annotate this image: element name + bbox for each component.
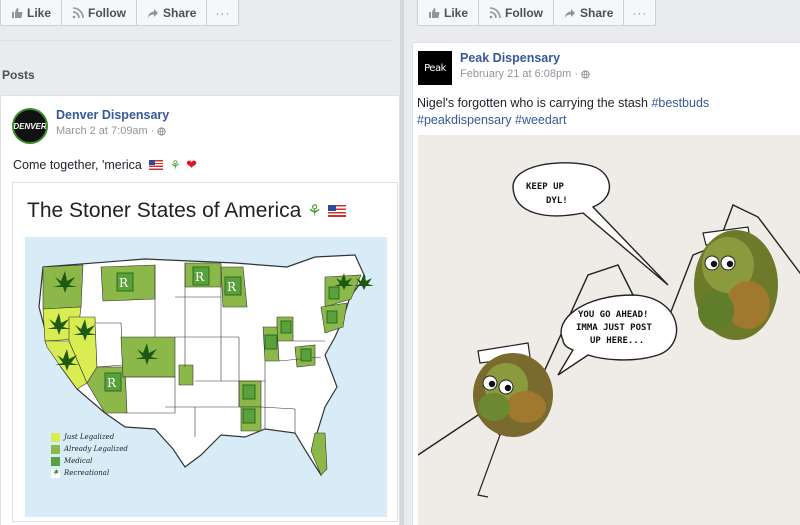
legend-item: ✶ Recreational [51,467,128,479]
section-separator [0,40,392,41]
hashtag-link[interactable]: #weedart [515,113,566,127]
timestamp-text: March 2 at 7:09am · [56,125,155,137]
post-header: Peak Peak Dispensary February 21 at 6:08… [418,51,590,85]
thumbs-up-icon [429,7,440,18]
globe-icon [157,126,167,136]
posts-heading: Posts [2,68,35,82]
page-action-bar: Like Follow Share ··· [0,0,240,26]
left-post-column: Like Follow Share ··· Posts DENVER Denve… [0,0,400,525]
thumbs-up-icon [12,7,23,18]
avatar-logo-text: Peak [424,62,446,74]
legend-swatch [51,432,60,442]
svg-text:R: R [119,276,129,290]
svg-text:R: R [107,376,117,390]
bubble-2-line-1: YOU GO AHEAD! [578,310,648,320]
bubble-1-line-2: DYL! [546,196,568,206]
follow-button[interactable]: Follow [62,0,138,25]
post-card: Peak Peak Dispensary February 21 at 6:08… [412,42,800,525]
rss-icon [72,6,84,18]
page-avatar[interactable]: Peak [418,51,452,85]
image-title: The Stoner States of America ⚘ [27,199,346,223]
bubble-2-line-2: IMMA JUST POST [576,323,652,333]
legend-swatch: ✶ [51,467,60,478]
legend-label: Medical [64,457,93,465]
post-text-body: Come together, 'merica [13,158,142,172]
legend-swatch [51,456,60,466]
post-timestamp[interactable]: February 21 at 6:08pm · [460,68,590,80]
follow-label: Follow [88,5,127,20]
rss-icon [489,6,501,18]
post-header: DENVER Denver Dispensary March 2 at 7:09… [12,108,169,144]
like-button[interactable]: Like [418,0,480,25]
sprout-icon: ⚘ [307,203,322,220]
legend-item: Just Legalized [51,431,128,443]
share-button[interactable]: Share [554,0,625,25]
cartoon-photo: KEEP UP DYL! YOU GO AHEAD! IMMA JUST POS… [418,135,800,525]
svg-text:R: R [195,270,205,284]
svg-text:R: R [227,280,237,294]
hashtag-link[interactable]: #peakdispensary [417,113,512,127]
avatar-logo-text: DENVER [13,121,47,131]
more-options-button[interactable]: ··· [207,0,238,25]
legend-label: Recreational [64,469,110,477]
post-text-body: Nigel's forgotten who is carrying the st… [417,96,648,110]
legend-item: Already Legalized [51,443,128,455]
share-arrow-icon [565,8,576,18]
timestamp-text: February 21 at 6:08pm · [460,68,579,80]
flag-icon [327,205,346,217]
legend-label: Already Legalized [64,445,128,453]
share-label: Share [580,5,614,20]
page-action-bar: Like Follow Share ··· [417,0,657,26]
cannabis-bud-character [694,230,778,340]
post-text: Come together, 'merica ⚘ ❤ [13,156,197,174]
like-button[interactable]: Like [1,0,63,25]
map-legend: Just Legalized Already Legalized Medical… [51,431,128,479]
share-arrow-icon [148,8,159,18]
cannabis-bud-character [473,353,553,437]
like-label: Like [27,5,52,20]
bubble-2-line-3: UP HERE... [590,336,644,346]
like-label: Like [444,5,469,20]
page-name-link[interactable]: Denver Dispensary [56,108,169,122]
legend-swatch [51,444,60,454]
bubble-1-line-1: KEEP UP [526,182,565,192]
follow-button[interactable]: Follow [479,0,555,25]
share-label: Share [163,5,197,20]
seedling-icon: ⚘ [169,158,181,172]
shared-image[interactable]: The Stoner States of America ⚘ R R R R J… [12,182,398,522]
hashtag-link[interactable]: #bestbuds [651,96,709,110]
heart-icon: ❤ [186,157,197,172]
image-title-text: The Stoner States of America [27,199,302,222]
globe-icon [581,69,590,79]
share-button[interactable]: Share [137,0,208,25]
post-card: DENVER Denver Dispensary March 2 at 7:09… [0,95,400,525]
post-timestamp[interactable]: March 2 at 7:09am · [56,125,169,137]
right-post-column: Like Follow Share ··· Peak Peak Dispensa… [404,0,800,525]
page-name-link[interactable]: Peak Dispensary [460,51,590,65]
legend-label: Just Legalized [64,433,115,441]
us-flag-icon [149,160,164,170]
more-options-button[interactable]: ··· [624,0,655,25]
page-avatar[interactable]: DENVER [12,108,48,144]
post-text: Nigel's forgotten who is carrying the st… [417,95,797,129]
follow-label: Follow [505,5,544,20]
shared-photo[interactable]: KEEP UP DYL! YOU GO AHEAD! IMMA JUST POS… [418,135,800,525]
legend-item: Medical [51,455,128,467]
